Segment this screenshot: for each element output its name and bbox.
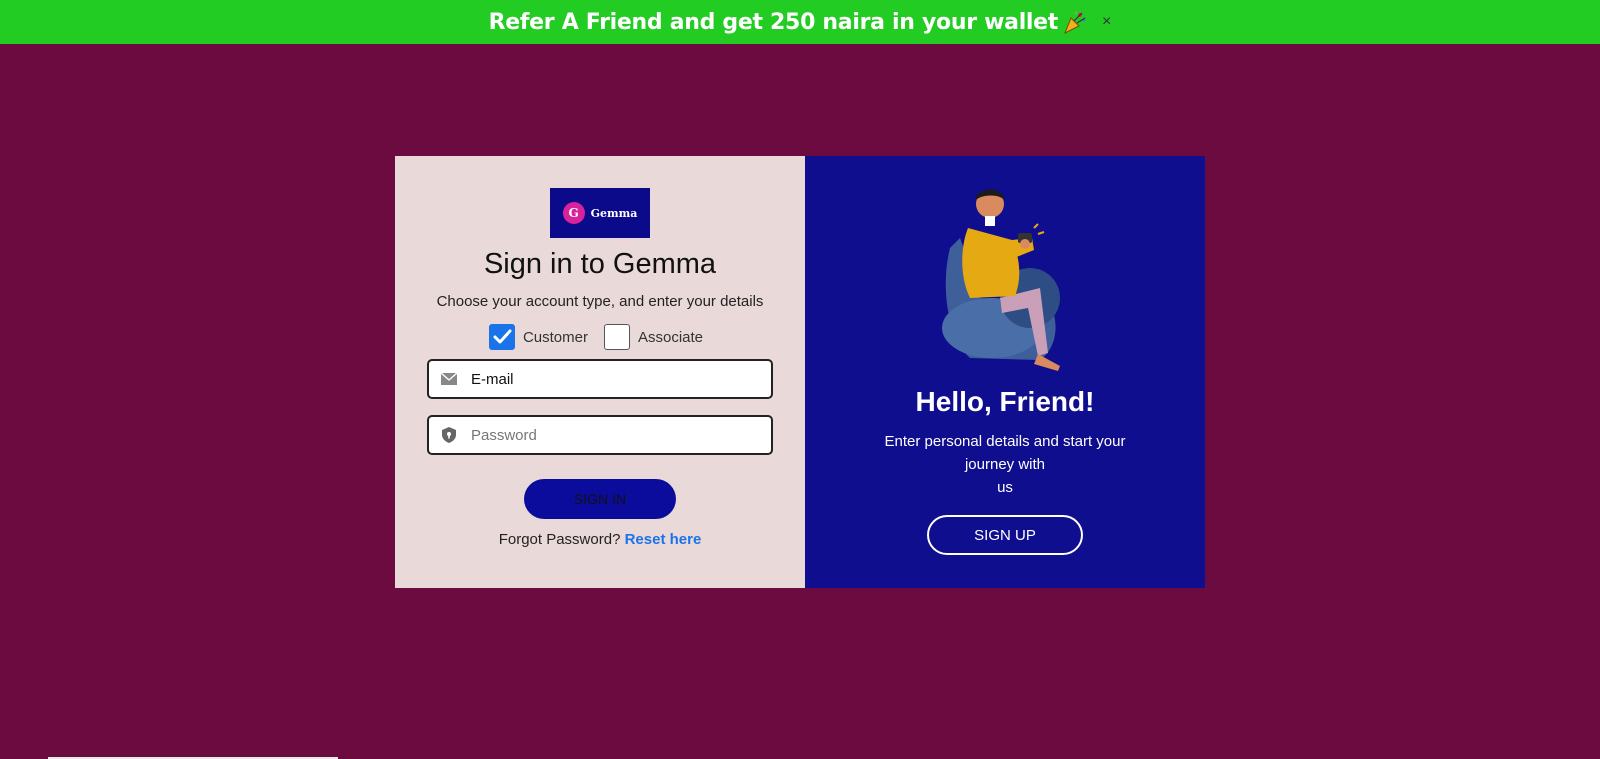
- party-popper-icon: [1062, 9, 1088, 35]
- page-title: Sign in to Gemma: [483, 248, 717, 280]
- signin-subtitle: Choose your account type, and enter your…: [436, 293, 764, 310]
- reset-password-link[interactable]: Reset here: [625, 531, 702, 548]
- banner-close-button[interactable]: ×: [1102, 13, 1111, 31]
- welcome-text-line-2: us: [997, 479, 1013, 496]
- welcome-text: Enter personal details and start your jo…: [870, 430, 1140, 499]
- signup-button[interactable]: SIGN UP: [927, 515, 1083, 555]
- checkmark-icon: [493, 329, 512, 344]
- referral-banner: Refer A Friend and get 250 naira in your…: [0, 0, 1600, 44]
- logo-text: Gemma: [590, 206, 638, 220]
- associate-label: Associate: [637, 328, 704, 346]
- gemma-logo: G Gemma: [550, 188, 650, 238]
- account-type-selector: Customer Associate: [488, 324, 711, 350]
- forgot-password-text: Forgot Password?: [498, 531, 621, 548]
- banner-text: Refer A Friend and get 250 naira in your…: [488, 9, 1059, 35]
- associate-checkbox[interactable]: [603, 324, 630, 350]
- forgot-password-row: Forgot Password? Reset here: [499, 531, 702, 548]
- envelope-icon: [429, 372, 469, 386]
- auth-card: G Gemma Sign in to Gemma Choose your acc…: [395, 156, 1205, 588]
- email-input[interactable]: [469, 369, 763, 389]
- password-field-wrapper: [427, 415, 773, 455]
- customer-checkbox[interactable]: [488, 324, 515, 350]
- signin-panel: G Gemma Sign in to Gemma Choose your acc…: [395, 156, 805, 588]
- welcome-heading: Hello, Friend!: [915, 386, 1095, 417]
- logo-mark: G: [562, 202, 585, 224]
- person-with-phone-illustration: [942, 189, 1060, 371]
- email-field-wrapper: [427, 359, 773, 399]
- signin-button[interactable]: SIGN IN: [524, 479, 676, 519]
- welcome-panel: Hello, Friend! Enter personal details an…: [805, 156, 1205, 588]
- shield-lock-icon: [429, 426, 469, 444]
- welcome-text-line-1: Enter personal details and start your jo…: [884, 433, 1126, 473]
- password-input[interactable]: [469, 425, 763, 445]
- customer-label: Customer: [522, 328, 588, 346]
